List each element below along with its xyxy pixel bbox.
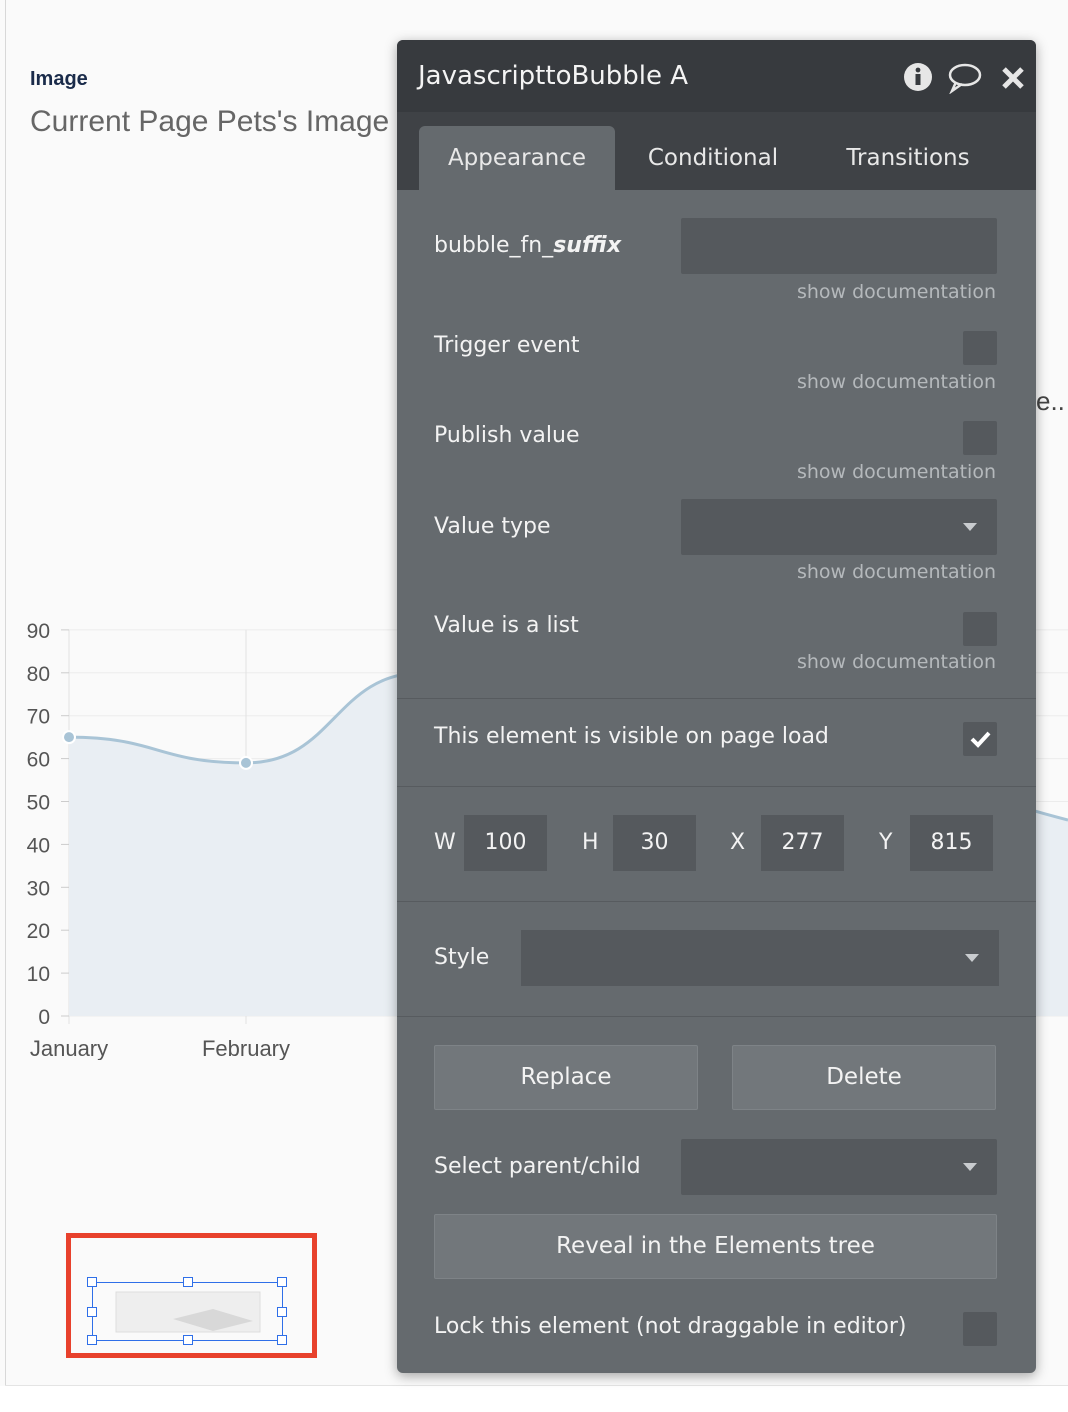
x-tick-label: January <box>30 1036 108 1060</box>
y-input[interactable]: 815 <box>910 815 993 871</box>
trigger-event-label: Trigger event <box>434 333 580 358</box>
reveal-in-tree-button[interactable]: Reveal in the Elements tree <box>434 1214 997 1279</box>
tab-conditional[interactable]: Conditional <box>633 126 793 190</box>
x-input[interactable]: 277 <box>761 815 844 871</box>
style-label: Style <box>434 945 490 970</box>
info-icon[interactable] <box>903 62 933 92</box>
y-tick-label: 0 <box>38 1006 50 1029</box>
value-is-list-checkbox[interactable] <box>963 612 997 646</box>
y-tick-label: 60 <box>27 749 50 772</box>
height-input[interactable]: 30 <box>613 815 696 871</box>
show-documentation-link[interactable]: show documentation <box>797 561 996 583</box>
style-dropdown[interactable] <box>521 930 999 986</box>
chart-point[interactable] <box>239 755 253 770</box>
suffix-input[interactable] <box>681 218 997 274</box>
image-placeholder-icon <box>115 1291 261 1333</box>
lock-element-checkbox[interactable] <box>963 1312 997 1346</box>
section-divider <box>397 1016 1036 1017</box>
x-label: X <box>730 830 746 855</box>
y-tick-label: 30 <box>27 877 50 900</box>
panel-header[interactable]: JavascripttoBubble A <box>397 40 1036 112</box>
value-type-dropdown[interactable] <box>681 499 997 555</box>
suffix-label-italic: suffix <box>553 233 622 258</box>
y-label: Y <box>879 830 893 855</box>
section-divider <box>397 698 1036 699</box>
section-divider <box>397 786 1036 787</box>
delete-button[interactable]: Delete <box>732 1045 996 1110</box>
image-source-text[interactable]: Current Page Pets's Image <box>30 105 389 139</box>
truncated-canvas-text: e.. <box>1036 386 1065 416</box>
y-tick-label: 70 <box>27 706 50 729</box>
chart-point[interactable] <box>62 730 76 745</box>
publish-value-checkbox[interactable] <box>963 421 997 455</box>
y-tick-label: 50 <box>27 792 50 815</box>
show-documentation-link[interactable]: show documentation <box>797 461 996 483</box>
resize-handle-bottom-left[interactable] <box>87 1335 97 1345</box>
y-tick-label: 80 <box>27 663 50 686</box>
resize-handle-bottom[interactable] <box>183 1335 193 1345</box>
visible-on-load-label: This element is visible on page load <box>434 724 829 749</box>
image-element-heading: Image <box>30 68 88 90</box>
resize-handle-top-right[interactable] <box>277 1277 287 1287</box>
panel-title: JavascripttoBubble A <box>418 61 689 91</box>
width-input[interactable]: 100 <box>464 815 547 871</box>
y-tick-label: 40 <box>27 834 50 857</box>
show-documentation-link[interactable]: show documentation <box>797 281 996 303</box>
chevron-down-icon <box>965 954 979 962</box>
resize-handle-left[interactable] <box>87 1307 97 1317</box>
tab-appearance[interactable]: Appearance <box>419 126 615 190</box>
selected-element-frame[interactable] <box>87 1277 287 1345</box>
height-label: H <box>582 830 599 855</box>
chevron-down-icon <box>963 523 977 531</box>
suffix-label: bubble_fn_suffix <box>434 233 621 258</box>
width-label: W <box>434 830 456 855</box>
show-documentation-link[interactable]: show documentation <box>797 371 996 393</box>
suffix-label-prefix: bubble_fn_ <box>434 233 554 258</box>
chevron-down-icon <box>963 1163 977 1171</box>
y-tick-label: 20 <box>27 920 50 943</box>
trigger-event-checkbox[interactable] <box>963 331 997 365</box>
select-parent-label: Select parent/child <box>434 1154 641 1179</box>
property-editor-panel: JavascripttoBubble A Appearance Conditio… <box>397 40 1036 1373</box>
y-tick-label: 10 <box>27 963 50 986</box>
checkmark-icon <box>970 731 991 748</box>
comment-icon[interactable] <box>947 62 983 94</box>
y-axis-ticks: 0 10 20 30 40 50 60 70 80 90 <box>27 620 69 1029</box>
resize-handle-bottom-right[interactable] <box>277 1335 287 1345</box>
lock-element-label: Lock this element (not draggable in edit… <box>434 1314 907 1339</box>
canvas-bottom-strip <box>0 1386 1068 1412</box>
section-divider <box>397 901 1036 902</box>
value-type-label: Value type <box>434 514 551 539</box>
resize-handle-right[interactable] <box>277 1307 287 1317</box>
visible-on-load-checkbox[interactable] <box>963 722 997 756</box>
show-documentation-link[interactable]: show documentation <box>797 651 996 673</box>
panel-tab-bar: Appearance Conditional Transitions <box>397 112 1036 190</box>
resize-handle-top-left[interactable] <box>87 1277 97 1287</box>
publish-value-label: Publish value <box>434 423 580 448</box>
x-axis-ticks: JanuaryFebruaryM <box>30 1036 432 1060</box>
resize-handle-top[interactable] <box>183 1277 193 1287</box>
x-tick-label: February <box>202 1036 290 1060</box>
replace-button[interactable]: Replace <box>434 1045 698 1110</box>
y-tick-label: 90 <box>27 620 50 643</box>
value-is-list-label: Value is a list <box>434 613 579 638</box>
tab-transitions[interactable]: Transitions <box>827 126 989 190</box>
select-parent-dropdown[interactable] <box>681 1139 997 1195</box>
close-icon[interactable] <box>1001 66 1025 90</box>
